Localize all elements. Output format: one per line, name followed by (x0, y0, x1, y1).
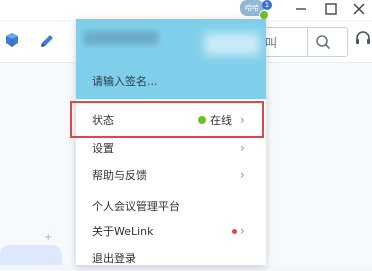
menu-item-logout[interactable]: 退出登录 (76, 245, 266, 271)
minimize-icon[interactable] (292, 0, 310, 18)
plus-icon: + (44, 232, 53, 243)
menu-item-label: 帮助与反馈 (92, 169, 147, 182)
online-status-icon (198, 116, 206, 124)
chevron-right-icon: › (240, 224, 245, 238)
profile-menu: 请输入签名... 状态 在线 › 设置 › 帮助与反馈 › 个人会议管理平台 关… (76, 19, 266, 265)
blurred-name (84, 31, 158, 45)
search-input-text[interactable]: 叫 (265, 34, 277, 51)
menu-item-help-feedback[interactable]: 帮助与反馈 › (76, 162, 266, 188)
menu-item-label: 状态 (92, 114, 114, 127)
menu-item-label: 退出登录 (92, 252, 136, 265)
search-icon[interactable] (315, 34, 331, 50)
status-value: 在线 (210, 114, 232, 127)
menu-item-meeting-platform[interactable]: 个人会议管理平台 (76, 193, 266, 219)
cube-icon[interactable] (4, 32, 20, 48)
menu-item-settings[interactable]: 设置 › (76, 135, 266, 161)
menu-item-label: 关于WeLink (92, 225, 154, 238)
headset-icon[interactable] (354, 30, 372, 48)
chevron-right-icon: › (240, 113, 245, 127)
chevron-right-icon: › (240, 168, 245, 182)
profile-header: 请输入签名... (76, 19, 266, 99)
search-divider (307, 28, 308, 56)
menu-item-about-welink[interactable]: 关于WeLink › (76, 218, 266, 244)
menu-item-label: 个人会议管理平台 (92, 200, 180, 213)
notification-dot (232, 229, 237, 234)
chat-bubble-preview (0, 245, 62, 265)
close-icon[interactable] (350, 0, 368, 18)
pen-icon[interactable] (38, 32, 56, 50)
title-bar (0, 0, 372, 20)
chevron-right-icon: › (240, 141, 245, 155)
blurred-info (204, 33, 260, 55)
signature-input[interactable]: 请输入签名... (92, 73, 158, 89)
menu-item-label: 设置 (92, 142, 114, 155)
notification-badge: 1 (262, 0, 272, 10)
search-box[interactable]: 叫 (262, 27, 348, 57)
maximize-icon[interactable] (322, 0, 340, 18)
menu-item-status[interactable]: 状态 在线 › (76, 107, 266, 133)
